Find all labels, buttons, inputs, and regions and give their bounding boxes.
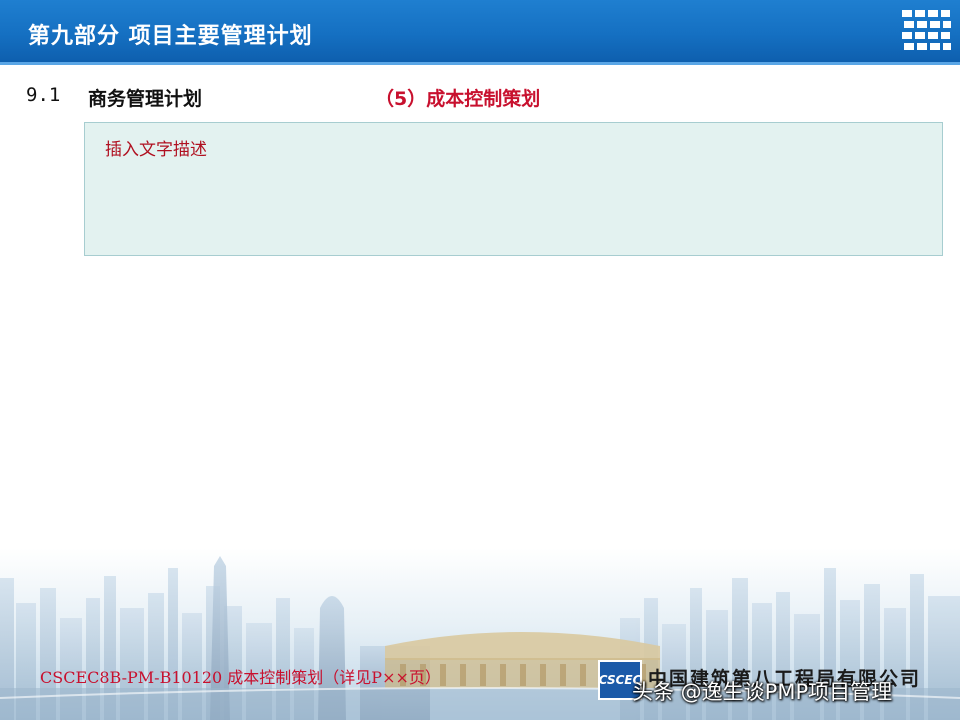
description-box[interactable]: 插入文字描述	[84, 122, 943, 256]
company-grid-icon	[902, 10, 951, 50]
section-title: 商务管理计划	[88, 88, 203, 110]
header-bar: 第九部分 项目主要管理计划	[0, 0, 960, 62]
section-subtitle: （5）成本控制策划	[375, 88, 541, 110]
document-reference: CSCEC8B-PM-B10120 成本控制策划（详见P××页）	[40, 668, 441, 687]
header-divider	[0, 62, 960, 65]
page-title: 第九部分 项目主要管理计划	[28, 24, 313, 49]
watermark-text: 头条 @逸生谈PMP项目管理	[632, 680, 893, 704]
description-placeholder: 插入文字描述	[105, 140, 207, 160]
section-number: 9.1	[26, 84, 61, 106]
